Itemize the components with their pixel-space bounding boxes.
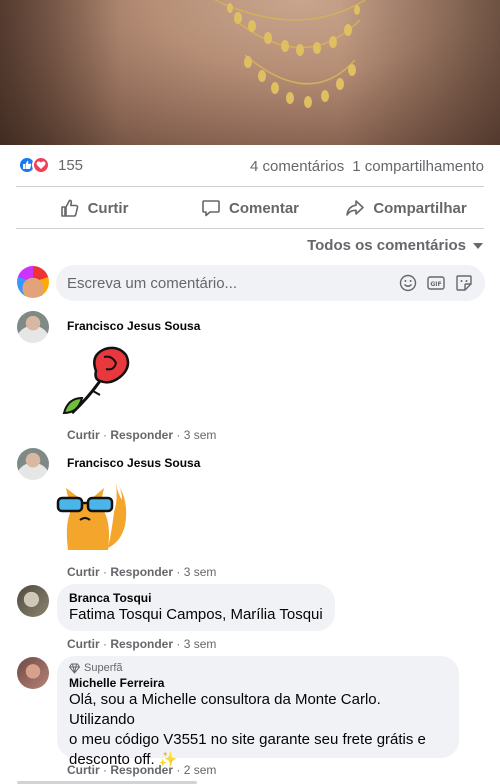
comment-reply-link[interactable]: Responder <box>110 763 173 777</box>
comment-bubble: Branca Tosqui Fatima Tosqui Campos, Marí… <box>57 584 335 631</box>
comment-text-line: Olá, sou a Michelle consultora da Monte … <box>69 691 381 728</box>
share-button-label: Compartilhar <box>373 199 467 217</box>
comment-author[interactable]: Francisco Jesus Sousa <box>67 319 200 333</box>
comment-bubble: Superfã Michelle Ferreira Olá, sou a Mic… <box>57 656 459 768</box>
comment-author[interactable]: Francisco Jesus Sousa <box>67 456 200 470</box>
comment-author[interactable]: Branca Tosqui <box>69 591 323 605</box>
thumbs-up-icon <box>60 199 78 217</box>
cool-fox-sticker <box>56 484 127 550</box>
superfan-badge: Superfã <box>69 662 447 674</box>
love-reaction-icon <box>32 156 50 174</box>
comment-text: Fatima Tosqui Campos, Marília Tosqui <box>69 606 323 623</box>
gif-icon[interactable]: GIF <box>427 275 445 291</box>
share-arrow-icon <box>346 200 365 216</box>
shares-count-link[interactable]: 1 compartilhamento <box>352 158 484 175</box>
comment-icon <box>202 200 220 217</box>
comment-button-label: Comentar <box>228 199 299 217</box>
emoji-icon[interactable] <box>399 274 417 292</box>
comment-composer[interactable]: Escreva um comentário... GIF <box>56 265 485 301</box>
comment-button[interactable]: Comentar <box>172 189 328 227</box>
post-action-bar: Curtir Comentar Compartilhar <box>16 189 484 227</box>
necklace-image <box>214 0 366 108</box>
reaction-count: 155 <box>58 156 84 174</box>
superfan-label: Superfã <box>84 662 123 674</box>
caret-down-icon <box>473 242 483 249</box>
comment-time[interactable]: 2 sem <box>184 763 217 777</box>
commenter-avatar[interactable] <box>17 657 49 689</box>
comments-filter-dropdown[interactable]: Todos os comentários <box>307 237 484 254</box>
comment-like-link[interactable]: Curtir <box>67 428 100 442</box>
commenter-avatar[interactable] <box>17 311 49 343</box>
comment-like-link[interactable]: Curtir <box>67 763 100 777</box>
comments-filter-label: Todos os comentários <box>307 237 466 254</box>
comment-meta: Curtir · Responder · 3 sem <box>67 565 217 579</box>
comment-meta: Curtir · Responder · 3 sem <box>67 428 217 442</box>
comment-text-line: o meu código V3551 no site garante seu f… <box>69 731 426 748</box>
comment-like-link[interactable]: Curtir <box>67 637 100 651</box>
post-photo[interactable] <box>0 0 500 145</box>
comment-input[interactable]: Escreva um comentário... <box>67 275 399 292</box>
comment-time[interactable]: 3 sem <box>184 428 217 442</box>
current-user-avatar[interactable] <box>17 266 49 298</box>
rose-sticker <box>62 346 130 415</box>
share-button[interactable]: Compartilhar <box>328 189 484 227</box>
svg-text:GIF: GIF <box>430 281 441 288</box>
reactions-summary[interactable]: 155 <box>18 156 83 174</box>
comment-meta: Curtir · Responder · 2 sem <box>67 763 217 777</box>
commenter-avatar[interactable] <box>17 585 49 617</box>
like-button-label: Curtir <box>87 199 129 217</box>
comment-reply-link[interactable]: Responder <box>110 428 173 442</box>
diamond-icon <box>69 663 80 674</box>
comment-time[interactable]: 3 sem <box>184 637 217 651</box>
comments-count-link[interactable]: 4 comentários <box>250 158 344 175</box>
comment-reply-link[interactable]: Responder <box>110 565 173 579</box>
divider <box>16 228 484 229</box>
comment-meta: Curtir · Responder · 3 sem <box>67 637 217 651</box>
like-button[interactable]: Curtir <box>16 189 172 227</box>
comment-like-link[interactable]: Curtir <box>67 565 100 579</box>
comment-reply-link[interactable]: Responder <box>110 637 173 651</box>
commenter-avatar[interactable] <box>17 448 49 480</box>
comment-author[interactable]: Michelle Ferreira <box>69 676 447 690</box>
comment-time[interactable]: 3 sem <box>184 565 217 579</box>
sticker-icon[interactable] <box>455 274 473 292</box>
divider <box>16 186 484 187</box>
post-stats: 155 4 comentários 1 compartilhamento <box>0 152 500 182</box>
